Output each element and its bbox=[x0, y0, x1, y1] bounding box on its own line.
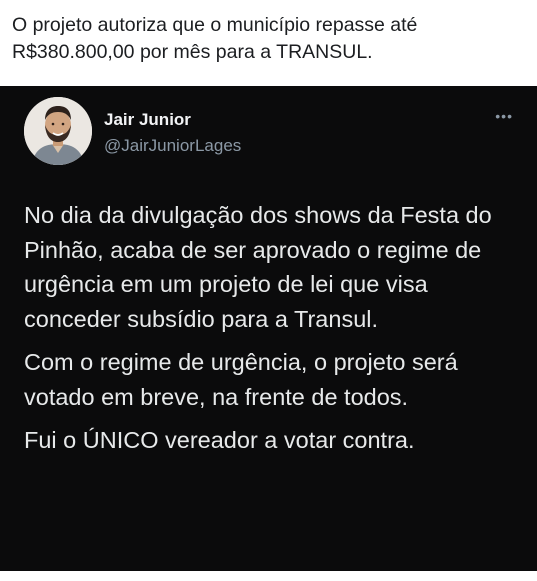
author-handle[interactable]: @JairJuniorLages bbox=[104, 136, 241, 156]
embedded-tweet-card[interactable]: Jair Junior @JairJuniorLages ••• No dia … bbox=[0, 86, 537, 571]
tweet-paragraph: Fui o ÚNICO vereador a votar contra. bbox=[24, 427, 415, 453]
avatar[interactable] bbox=[24, 97, 92, 165]
avatar-portrait-image bbox=[24, 97, 92, 165]
tweet-text: No dia da divulgação dos shows da Festa … bbox=[24, 198, 514, 467]
author-name[interactable]: Jair Junior bbox=[104, 110, 191, 130]
more-options-icon[interactable]: ••• bbox=[495, 108, 513, 124]
tweet-paragraph: No dia da divulgação dos shows da Festa … bbox=[24, 202, 492, 332]
tweet-paragraph: Com o regime de urgência, o projeto será… bbox=[24, 349, 458, 410]
bottom-divider bbox=[0, 571, 537, 581]
post-caption: O projeto autoriza que o município repas… bbox=[12, 14, 418, 63]
